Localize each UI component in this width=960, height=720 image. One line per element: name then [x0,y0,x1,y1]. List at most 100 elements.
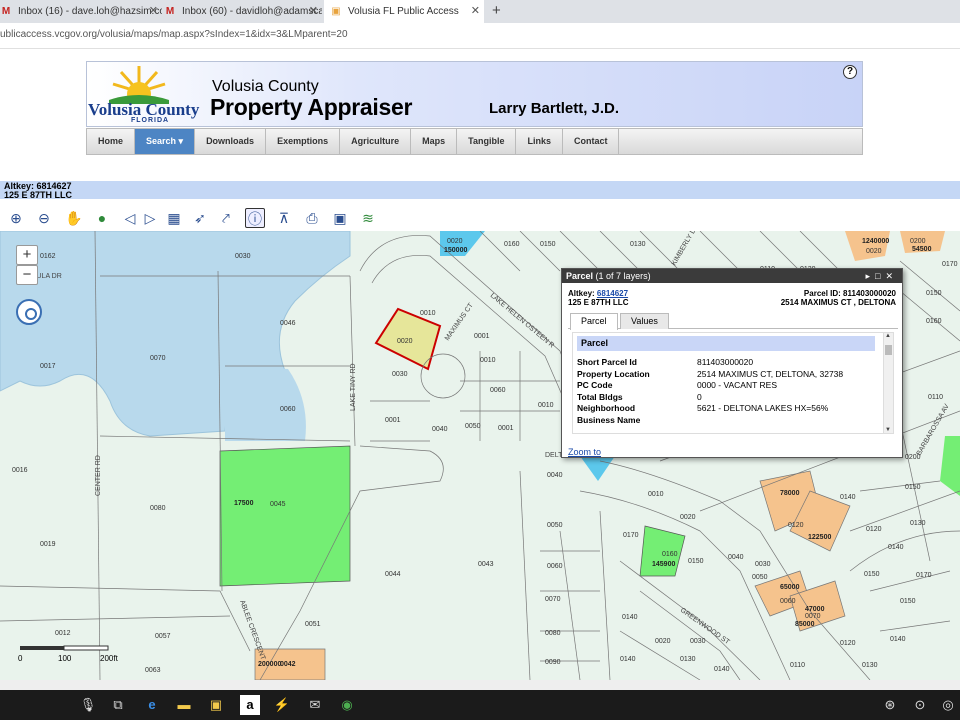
svg-text:0140: 0140 [622,614,638,621]
forward-arrow-icon[interactable]: ▷ [140,208,160,228]
nav-maps[interactable]: Maps [411,129,458,154]
sun-logo-icon [109,66,169,104]
nav-search[interactable]: Search ▾ [135,129,196,154]
map-zoom-in-button[interactable]: + [16,245,38,265]
svg-text:85000: 85000 [795,621,815,628]
svg-text:1240000: 1240000 [862,238,889,245]
measure-icon[interactable]: ⊼ [274,208,294,228]
zoom-out-icon[interactable]: ⊖ [34,208,54,228]
browser-tab-gmail-1[interactable]: M Inbox (16) - dave.loh@hazsim.co ✕ [0,0,162,23]
svg-text:0140: 0140 [714,666,730,673]
nav-exemptions[interactable]: Exemptions [266,129,341,154]
close-icon[interactable]: ✕ [309,0,318,23]
zoom-to-link[interactable]: Zoom to [568,447,601,457]
scale-label: 200ft [100,654,118,663]
svg-text:0010: 0010 [420,310,436,317]
folder-icon[interactable]: ▣ [206,695,226,715]
pointer-icon[interactable]: ➶ [190,208,210,228]
svg-text:0150: 0150 [864,571,880,578]
close-icon[interactable]: ✕ [471,0,480,23]
app-icon[interactable]: ⚡ [272,695,292,715]
street-label: CENTER RD [95,455,102,496]
popup-title: Parcel [566,271,594,281]
microphone-icon[interactable]: 🎙 [78,695,98,715]
task-view-icon[interactable]: ⧉ [108,695,128,715]
popup-layers: (1 of 7 layers) [595,271,651,281]
back-arrow-icon[interactable]: ◁ [120,208,140,228]
mail-icon[interactable]: ✉ [305,695,325,715]
browser-tab-gmail-2[interactable]: M Inbox (60) - davidloh@adamscar ✕ [164,0,322,23]
zoom-in-icon[interactable]: ⊕ [6,208,26,228]
altkey-label: Altkey: [568,289,595,298]
svg-text:0044: 0044 [385,571,401,578]
svg-text:0140: 0140 [620,656,636,663]
nav-home[interactable]: Home [87,129,136,154]
street-label: LAKE TINY RD [350,363,357,411]
popup-summary: Altkey: 6814627 Parcel ID: 811403000020 … [562,283,902,309]
pan-hand-icon[interactable]: ✋ [64,208,84,228]
tab-parcel[interactable]: Parcel [570,313,618,330]
svg-text:150000: 150000 [444,247,467,254]
popup-scrollbar[interactable] [883,333,893,433]
svg-text:0140: 0140 [890,636,906,643]
map-toolbar: ⊕ ⊖ ✋ ● ◁ ▷ ▦ ➶ ⤤ ⓘ ⊼ ⎙ ▣ ≋ [0,206,960,231]
select-grid-icon[interactable]: ▦ [164,208,184,228]
info-icon[interactable]: ⓘ [245,208,265,228]
svg-text:0150: 0150 [905,484,921,491]
tab-title: Inbox (16) - dave.loh@hazsim.co [18,6,162,17]
tab-values[interactable]: Values [620,313,669,329]
svg-text:0130: 0130 [910,520,926,527]
print-icon[interactable]: ⎙ [302,208,322,228]
browser-tab-volusia[interactable]: ▣ Volusia FL Public Access ✕ [324,0,484,23]
svg-text:0130: 0130 [630,241,646,248]
fullscreen-icon[interactable]: ▣ [330,208,350,228]
altkey-link[interactable]: 6814627 [597,289,628,298]
svg-text:0001: 0001 [385,417,401,424]
browser-bottom-edge [0,680,960,690]
tray-icon[interactable]: ⊛ [880,695,900,715]
section-header: Parcel [577,336,875,351]
scroll-thumb[interactable] [885,345,892,355]
maximize-icon[interactable]: □ [875,271,885,281]
nav-agriculture[interactable]: Agriculture [340,129,412,154]
new-tab-button[interactable]: + [492,2,501,19]
gmail-icon: M [165,6,175,17]
help-icon[interactable]: ? [843,65,857,79]
edge-icon[interactable]: e [142,695,162,715]
layers-icon[interactable]: ≋ [358,208,378,228]
nav-tangible[interactable]: Tangible [457,129,517,154]
globe-icon[interactable]: ● [92,208,112,228]
svg-text:0120: 0120 [788,522,804,529]
select-arrow-icon[interactable]: ⤤ [216,208,236,228]
popup-header: Parcel (1 of 7 layers) ▸□✕ [562,269,902,283]
amazon-icon[interactable]: a [240,695,260,715]
svg-text:0170: 0170 [916,572,932,579]
attr-row: Business Name [577,414,641,425]
next-icon[interactable]: ▸ [865,271,875,281]
svg-text:0063: 0063 [145,667,161,674]
attr-row: Total Bldgs 0 [577,391,702,402]
svg-text:0019: 0019 [40,541,56,548]
svg-text:122500: 122500 [808,534,831,541]
svg-text:0020: 0020 [680,514,696,521]
chrome-icon[interactable]: ◉ [337,695,357,715]
tray-icon[interactable]: ⊙ [910,695,930,715]
locate-icon[interactable] [16,299,42,325]
nav-downloads[interactable]: Downloads [195,129,267,154]
svg-text:0060: 0060 [780,598,796,605]
address-bar[interactable]: ublicaccess.vcgov.org/volusia/maps/map.a… [0,23,960,49]
svg-text:0080: 0080 [545,630,561,637]
svg-text:0050: 0050 [547,522,563,529]
file-explorer-icon[interactable]: ▬ [174,695,194,715]
svg-text:54500: 54500 [912,246,932,253]
nav-links[interactable]: Links [516,129,563,154]
appraiser-name: Larry Bartlett, J.D. [489,100,620,117]
close-icon[interactable]: ✕ [885,271,898,281]
nav-contact[interactable]: Contact [563,129,620,154]
close-icon[interactable]: ✕ [149,0,158,23]
svg-text:0120: 0120 [840,640,856,647]
tray-icon[interactable]: ◎ [938,695,958,715]
svg-text:0016: 0016 [12,467,28,474]
popup-tabs: Parcel Values [568,313,898,330]
map-zoom-out-button[interactable]: − [16,265,38,285]
